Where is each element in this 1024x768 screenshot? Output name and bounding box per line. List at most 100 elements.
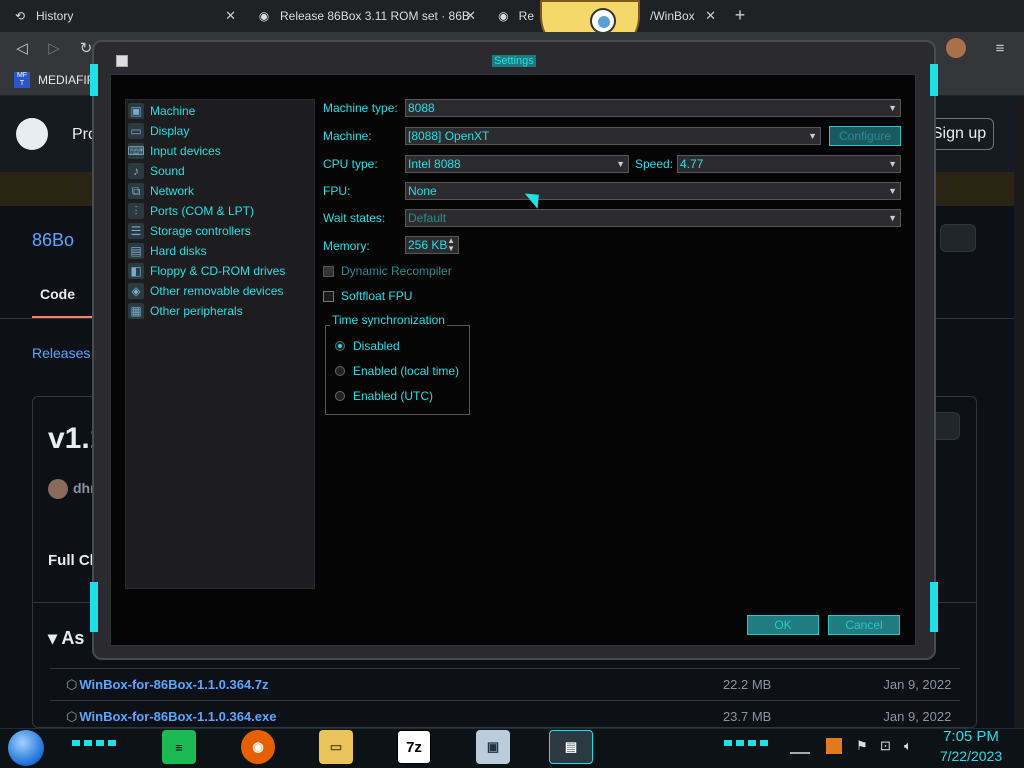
new-tab-button[interactable]: + [730,5,750,25]
sidebar-item-hard-disks[interactable]: ▤ Hard disks [128,241,207,261]
tab-release[interactable]: ◉ Re [484,0,534,32]
sidebar-item-other-peripherals[interactable]: ▦ Other peripherals [128,301,243,321]
asset-size: 23.7 MB [722,709,772,724]
assets-heading-text: As [61,628,85,648]
sound-icon: ♪ [128,163,144,179]
select-value: None [408,184,437,198]
sidebar-item-sound[interactable]: ♪ Sound [128,161,185,181]
asset-name[interactable]: WinBox-for-86Box-1.1.0.364.7z [79,677,669,692]
tab-code[interactable]: Code [40,286,75,302]
sidebar-item-label: Sound [150,164,185,178]
github-logo-icon[interactable] [16,118,48,150]
profile-avatar[interactable] [946,38,966,58]
select-value: Default [408,211,447,225]
wait-states-select[interactable]: Default ▼ [405,209,901,227]
tab-winbox[interactable]: /WinBox ✕ [640,0,724,32]
tab-label: /WinBox [650,9,695,23]
chevron-down-icon: ▼ [888,103,897,113]
radio-dot [335,366,345,376]
fpu-label: FPU: [323,184,351,198]
github-icon: ◉ [258,9,270,23]
sidebar-item-display[interactable]: ▭ Display [128,121,189,141]
settings-category-list[interactable]: ▣ Machine ▭ Display ⌨ Input devices ♪ Sound … [125,99,315,589]
action-center-icon[interactable]: ⚑ [856,738,868,754]
spin-arrows-icon[interactable]: ▲ ▼ [447,237,455,253]
tab-history[interactable]: ⟲ History ✕ [0,0,244,32]
asset-row[interactable]: ⬡ WinBox-for-86Box-1.1.0.364.7z 22.2 MB … [50,668,960,700]
speed-select[interactable]: 4.77 ▼ [677,155,901,173]
asset-name[interactable]: WinBox-for-86Box-1.1.0.364.exe [79,709,669,724]
time-sync-utc-radio[interactable]: Enabled (UTC) [335,388,433,404]
cpu-type-label: CPU type: [323,157,378,171]
radio-label: Disabled [353,339,400,353]
tab-release-rom-set[interactable]: ◉ Release 86Box 3.11 ROM set · 86B ✕ [244,0,484,32]
radio-dot [335,341,345,351]
asset-size: 22.2 MB [722,677,772,692]
package-icon: ⬡ [66,708,78,724]
86box-icon[interactable]: ▣ [476,730,510,764]
start-button[interactable] [8,730,44,766]
mediafire-icon: MF T [14,72,30,88]
sidebar-item-machine[interactable]: ▣ Machine [128,101,195,121]
removable-icon: ◈ [128,283,144,299]
speed-label: Speed: [635,157,674,171]
sidebar-item-ports[interactable]: ⫶ Ports (COM & LPT) [128,201,254,221]
clock-time[interactable]: 7:05 PM [934,728,1008,745]
frame-accent [930,582,938,632]
close-icon[interactable]: ✕ [705,8,716,24]
forward-icon[interactable]: ▷ [44,38,64,58]
sidebar-item-network[interactable]: ⧉ Network [128,181,194,201]
sidebar-item-label: Other peripherals [150,304,243,318]
repo-name[interactable]: 86Bo [32,230,74,251]
winbox-icon[interactable]: ▤ [549,730,593,764]
back-icon[interactable]: ◁ [12,38,32,58]
volume-icon[interactable]: 🔈︎ [904,738,912,754]
ok-button[interactable]: OK [747,615,819,635]
close-icon[interactable]: ✕ [465,8,476,24]
sidebar-item-floppy-cdrom[interactable]: ◧ Floppy & CD-ROM drives [128,261,285,281]
time-sync-local-radio[interactable]: Enabled (local time) [335,363,459,379]
machine-type-select[interactable]: 8088 ▼ [405,99,901,117]
sidebar-item-removable-devices[interactable]: ◈ Other removable devices [128,281,283,301]
bookmark-mediafire[interactable]: MEDIAFIR [38,73,95,87]
show-desktop-icon[interactable] [790,740,810,754]
chevron-down-icon: ▼ [888,159,897,169]
sidebar-item-label: Input devices [150,144,221,158]
softfloat-fpu-checkbox[interactable]: Softfloat FPU [323,288,412,304]
window-icon [116,55,128,67]
asset-date: Jan 9, 2022 [883,709,952,724]
chevron-down-icon: ▼ [888,186,897,196]
assets-heading[interactable]: ▾ As [48,628,84,649]
spotify-icon[interactable]: ≡ [162,730,196,764]
tray-app-icon[interactable] [826,738,842,754]
machine-label: Machine: [323,129,372,143]
taskbar-accent [72,740,118,746]
radio-label: Enabled (UTC) [353,389,434,403]
sidebar-item-input-devices[interactable]: ⌨ Input devices [127,141,221,161]
memory-spinbox[interactable]: 256 KB ▲ ▼ [405,236,459,254]
file-explorer-icon[interactable]: ▭ [319,730,353,764]
sidebar-item-label: Ports (COM & LPT) [150,204,255,218]
firefox-icon[interactable]: ◉ [241,730,275,764]
fpu-select[interactable]: None ▼ [405,182,901,200]
7z-icon[interactable]: 7z [397,730,431,764]
repo-dropdown[interactable] [940,224,976,252]
clock-date[interactable]: 7/22/2023 [930,748,1012,764]
sidebar-item-label: Hard disks [150,244,207,258]
network-tray-icon[interactable]: ⊡ [880,738,891,754]
dynamic-recompiler-checkbox[interactable]: Dynamic Recompiler [323,263,452,279]
close-icon[interactable]: ✕ [225,8,236,24]
cpu-type-select[interactable]: Intel 8088 ▼ [405,155,629,173]
page-scrollbar[interactable] [1014,100,1024,728]
storage-icon: ☰ [128,223,144,239]
machine-select[interactable]: [8088] OpenXT ▼ [405,127,821,145]
menu-icon[interactable]: ≡ [990,38,1010,58]
sidebar-item-storage-controllers[interactable]: ☰ Storage controllers [128,221,251,241]
time-sync-disabled-radio[interactable]: Disabled [335,338,400,354]
cancel-button[interactable]: Cancel [828,615,900,635]
configure-button[interactable]: Configure [829,126,901,146]
network-icon: ⧉ [128,183,144,199]
breadcrumb-releases[interactable]: Releases [32,345,90,361]
radio-label: Enabled (local time) [353,364,460,378]
machine-icon: ▣ [128,103,144,119]
